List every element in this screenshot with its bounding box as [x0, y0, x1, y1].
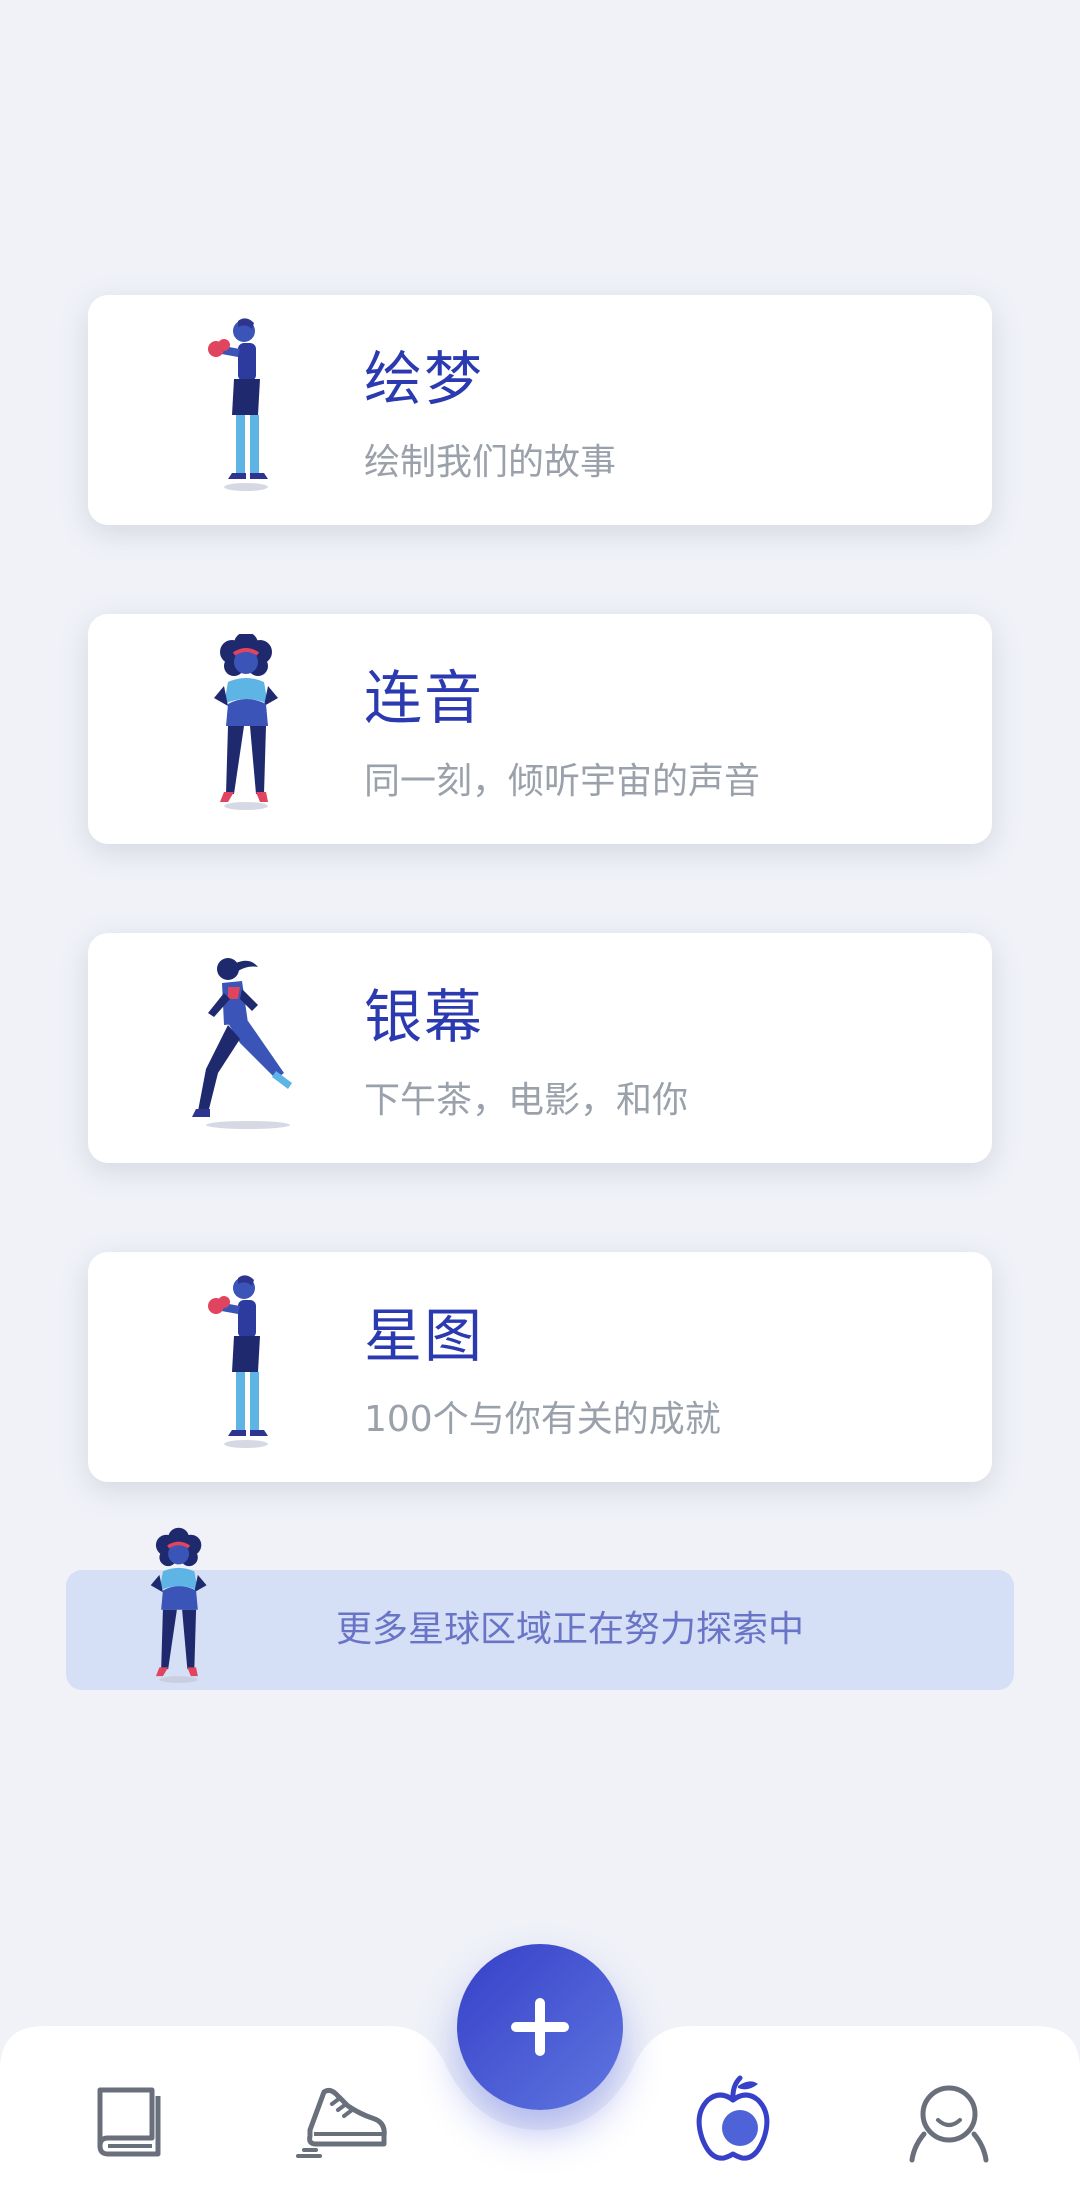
- card-title: 星图: [364, 1302, 485, 1370]
- card-title: 绘梦: [364, 345, 485, 413]
- profile-icon: [909, 2085, 989, 2163]
- card-title: 银幕: [364, 983, 485, 1051]
- boxer-woman-icon: [208, 318, 268, 491]
- card-subtitle: 同一刻，倾听宇宙的声音: [364, 761, 761, 802]
- apple-icon: [696, 2075, 770, 2161]
- banner-text: 更多星球区域正在努力探索中: [336, 1609, 805, 1650]
- nav-item-sneaker[interactable]: [290, 2070, 400, 2170]
- nav-item-profile[interactable]: [894, 2070, 1004, 2170]
- card-xingtu[interactable]: 星图 100个与你有关的成就: [88, 1252, 992, 1482]
- plus-icon: [511, 1998, 569, 2056]
- card-yinmu[interactable]: 银幕 下午茶，电影，和你: [88, 933, 992, 1163]
- curly-hair-woman-icon: [150, 1527, 207, 1684]
- card-huimeng[interactable]: 绘梦 绘制我们的故事: [88, 295, 992, 525]
- card-title: 连音: [364, 664, 485, 732]
- card-subtitle: 下午茶，电影，和你: [364, 1080, 689, 1121]
- sneaker-icon: [296, 2087, 387, 2158]
- add-button[interactable]: [457, 1944, 623, 2110]
- curly-hair-woman-icon: [214, 634, 278, 810]
- card-lianyin[interactable]: 连音 同一刻，倾听宇宙的声音: [88, 614, 992, 844]
- boxer-woman-icon: [208, 1275, 268, 1448]
- nav-item-book[interactable]: [74, 2070, 184, 2170]
- card-subtitle: 100个与你有关的成就: [364, 1399, 721, 1440]
- card-subtitle: 绘制我们的故事: [364, 442, 617, 483]
- running-woman-icon: [192, 958, 292, 1129]
- book-icon: [97, 2087, 161, 2157]
- nav-item-apple[interactable]: [678, 2070, 788, 2170]
